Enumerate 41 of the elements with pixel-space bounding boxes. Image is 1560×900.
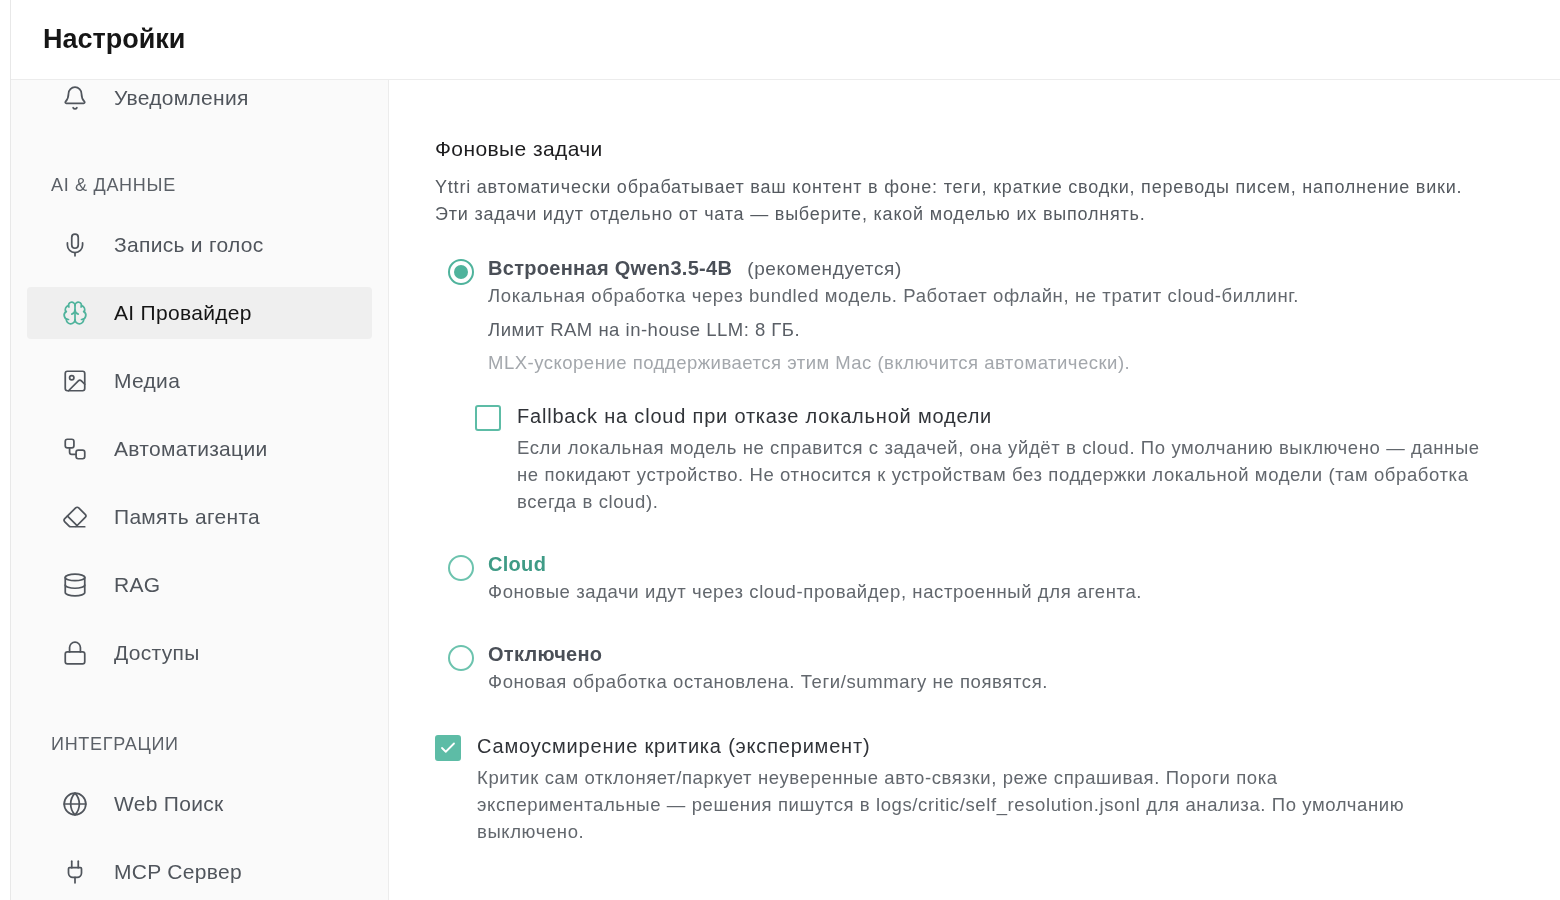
checkbox-description: Критик сам отклоняет/паркует неуверенные авто-связки, реже спрашивая. Пороги пока экспериментальные — решения пишутся в logs/critic/self_resolution.jsonl для анализа. По умолчанию выключено.	[477, 766, 1406, 844]
option-title: Встроенная Qwen3.5-4B	[488, 256, 733, 281]
sidebar-item[interactable]: MCP Сервер	[27, 846, 372, 898]
option-description: Локальная обработка через bundled модель. Работает офлайн, не тратит cloud-биллинг.	[488, 284, 1301, 308]
sidebar-item[interactable]: AI Провайдер	[27, 287, 372, 339]
section-description: Yttri автоматически обрабатывает ваш контент в фоне: теги, краткие сводки, переводы писем, наполнение вики. Эти задачи идут отдельно от чата — выберите, какой моделью их выполнять.	[435, 176, 1464, 226]
sidebar-item[interactable]: Автоматизации	[27, 423, 372, 475]
option-description: Фоновая обработка остановлена. Теги/summary не появятся.	[488, 670, 1049, 694]
option-description: Фоновые задачи идут через cloud-провайдер, настроенный для агента.	[488, 580, 1144, 604]
checkbox-description: Если локальная модель не справится с задачей, она уйдёт в cloud. По умолчанию выключено — данные не покидают устройство. Не относится к устройствам без поддержки локальной модели (там обработка всегда в cloud).	[517, 436, 1481, 514]
brain-icon	[62, 300, 88, 326]
radio-button[interactable]	[448, 644, 474, 671]
sidebar-item[interactable]: Медиа	[27, 355, 372, 407]
checkbox-label: Fallback на cloud при отказе локальной модели	[517, 404, 994, 429]
option-title: Cloud	[488, 552, 547, 577]
option-title: Отключено	[488, 642, 603, 667]
checkbox[interactable]	[435, 734, 461, 761]
image-icon	[62, 368, 88, 394]
checkbox-label: Самоусмирение критика (эксперимент)	[477, 734, 872, 759]
sidebar-item[interactable]: Уведомления	[27, 80, 372, 116]
lock-icon	[62, 640, 88, 666]
page-title: Настройки	[43, 23, 186, 57]
bell-icon	[62, 85, 88, 111]
section-title: Фоновые задачи	[435, 136, 604, 162]
sidebar-item[interactable]: Память агента	[27, 491, 372, 543]
radio-button[interactable]	[448, 258, 474, 285]
radio-button[interactable]	[448, 554, 474, 581]
linked-squares-icon	[62, 436, 88, 462]
globe-icon	[62, 791, 88, 817]
hint-text: MLX-ускорение поддерживается этим Mac (включится автоматически).	[488, 351, 1132, 375]
sidebar-item[interactable]: Запись и голос	[27, 219, 372, 271]
sidebar-item[interactable]: Доступы	[27, 627, 372, 679]
sidebar-item[interactable]: Web Поиск	[27, 778, 372, 830]
checkbox[interactable]	[475, 404, 501, 431]
detail-text: Лимит RAM на in-house LLM: 8 ГБ.	[488, 317, 802, 342]
option-note: (рекомендуется)	[747, 257, 902, 281]
database-icon	[62, 572, 88, 598]
section-heading: AI & ДАННЫЕ	[50, 174, 177, 197]
section-heading: ИНТЕГРАЦИИ	[50, 733, 180, 756]
sidebar-item[interactable]: RAG	[27, 559, 372, 611]
eraser-icon	[62, 504, 88, 530]
